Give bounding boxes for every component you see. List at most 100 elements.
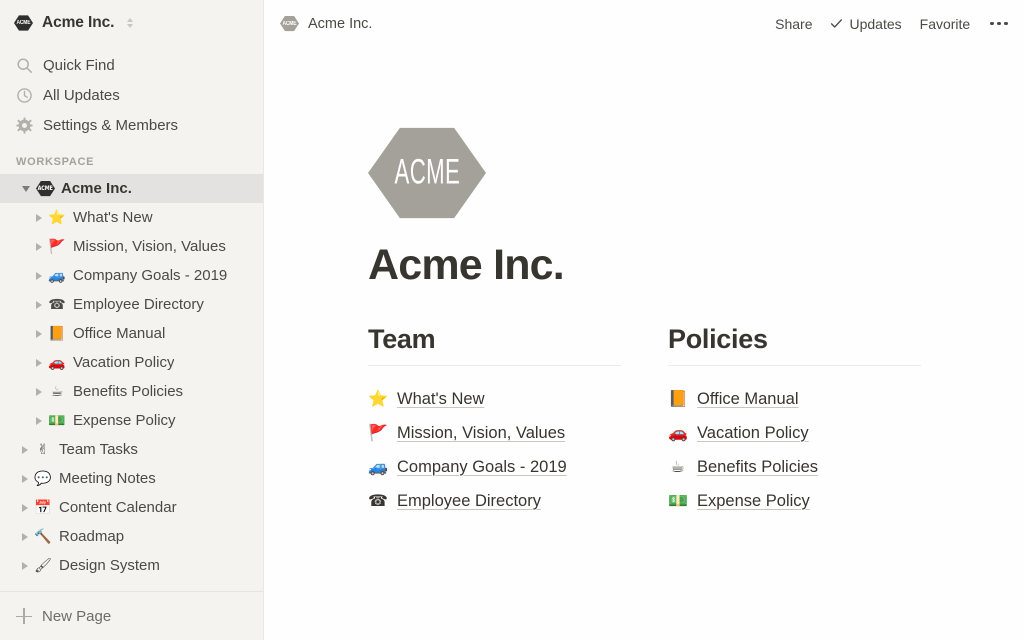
page-emoji-icon: 📙	[48, 327, 66, 341]
page-emoji-icon: ⭐	[48, 211, 66, 225]
page-content: ACME Acme Inc. Team ⭐What's New🚩Mission, …	[264, 47, 1024, 518]
chevron-right-icon[interactable]	[22, 446, 28, 454]
topbar-actions: Share Updates Favorite	[775, 16, 1010, 32]
tree-row-label: Content Calendar	[59, 499, 177, 516]
chevron-right-icon[interactable]	[22, 533, 28, 541]
sidebar-item-settings-members[interactable]: Settings & Members	[0, 110, 263, 140]
page-link[interactable]: 🚙Company Goals - 2019	[368, 450, 668, 484]
page-title: Acme Inc.	[368, 241, 1024, 290]
page-emoji-icon: 🚗	[668, 425, 687, 441]
page-link-label: Employee Directory	[397, 492, 541, 511]
page-link[interactable]: 🚩Mission, Vision, Values	[368, 416, 668, 450]
page-link[interactable]: ☕ Benefits Policies	[668, 450, 968, 484]
chevron-right-icon[interactable]	[36, 214, 42, 222]
link-column: Policies📙Office Manual🚗Vacation Policy☕B…	[668, 324, 968, 518]
page-emoji-icon: 📅	[34, 501, 52, 515]
page-emoji-icon: 🖌	[34, 559, 52, 573]
page-link-label: Expense Policy	[697, 492, 810, 511]
page-cover-logo[interactable]: ACME	[368, 127, 486, 219]
acme-logo-icon: ACME	[14, 15, 33, 31]
chevron-right-icon[interactable]	[36, 388, 42, 396]
link-columns: Team ⭐What's New🚩Mission, Vision, Values🚙…	[368, 324, 1024, 518]
chevron-right-icon[interactable]	[22, 562, 28, 570]
tree-row[interactable]: ☕Benefits Policies	[0, 377, 263, 406]
sidebar-item-all-updates[interactable]: All Updates	[0, 80, 263, 110]
page-link-label: Company Goals - 2019	[397, 458, 567, 477]
tree-row-label: Expense Policy	[73, 412, 176, 429]
page-link[interactable]: ☎ Employee Directory	[368, 484, 668, 518]
tree-row[interactable]: ✌Team Tasks	[0, 435, 263, 464]
acme-logo-icon: ACME	[280, 16, 299, 32]
new-page-button[interactable]: New Page	[0, 591, 263, 640]
tree-row[interactable]: 🚙Company Goals - 2019	[0, 261, 263, 290]
page-link-label: What's New	[397, 390, 485, 409]
page-link[interactable]: 💵 Expense Policy	[668, 484, 968, 518]
page-link[interactable]: ⭐What's New	[368, 382, 668, 416]
sidebar-item-quick-find[interactable]: Quick Find	[0, 50, 263, 80]
page-emoji-icon: 💵	[668, 493, 687, 509]
acme-logo-text: ACME	[17, 20, 31, 26]
page-emoji-icon: 🚗	[48, 356, 66, 370]
tree-row[interactable]: 🚗Vacation Policy	[0, 348, 263, 377]
page-emoji-icon: ☎	[48, 298, 66, 312]
page-logo-text: ACME	[394, 153, 460, 193]
tree-row[interactable]: 📅 Content Calendar	[0, 493, 263, 522]
tree-row-label: Design System	[59, 557, 160, 574]
updates-button[interactable]: Updates	[830, 16, 901, 32]
page-emoji-icon: 🚩	[48, 240, 66, 254]
page-emoji-icon: 📙	[668, 391, 687, 407]
main-content: ACME Acme Inc. Share Updates Favorite AC…	[264, 0, 1024, 640]
tree-row[interactable]: ACMEAcme Inc.	[0, 174, 263, 203]
chevron-right-icon[interactable]	[36, 359, 42, 367]
tree-row[interactable]: 💵Expense Policy	[0, 406, 263, 435]
page-link-label: Benefits Policies	[697, 458, 818, 477]
chevron-right-icon[interactable]	[22, 475, 28, 483]
chevron-down-icon[interactable]	[22, 186, 30, 192]
page-emoji-icon: ☎	[368, 493, 387, 509]
link-column: Team ⭐What's New🚩Mission, Vision, Values🚙…	[368, 324, 668, 518]
ellipsis-icon[interactable]	[988, 18, 1010, 30]
chevron-right-icon[interactable]	[36, 243, 42, 251]
sidebar-nav: Quick Find All Updates Settings & Member…	[0, 46, 263, 140]
gear-icon	[16, 117, 33, 134]
tree-row[interactable]: 🚩 Mission, Vision, Values	[0, 232, 263, 261]
tree-row[interactable]: 📙Office Manual	[0, 319, 263, 348]
check-icon	[830, 17, 843, 30]
tree-row[interactable]: ☎Employee Directory	[0, 290, 263, 319]
page-emoji-icon: ☕	[668, 459, 687, 475]
tree-row-label: Roadmap	[59, 528, 124, 545]
favorite-button[interactable]: Favorite	[920, 16, 971, 32]
sidebar-item-label: Settings & Members	[43, 117, 178, 134]
acme-logo-icon: ACME	[36, 181, 54, 197]
tree-row[interactable]: 🖌 Design System	[0, 551, 263, 580]
page-link[interactable]: 📙 Office Manual	[668, 382, 968, 416]
column-heading: Team	[368, 324, 668, 365]
chevron-right-icon[interactable]	[36, 417, 42, 425]
page-tree: ACMEAcme Inc. ⭐ What's New 🚩 Mission, Vision…	[0, 174, 263, 591]
page-emoji-icon: ✌	[34, 443, 52, 457]
tree-row[interactable]: 🔨 Roadmap	[0, 522, 263, 551]
breadcrumb-label: Acme Inc.	[308, 16, 372, 32]
tree-row-label: Meeting Notes	[59, 470, 156, 487]
search-icon	[16, 57, 33, 74]
page-link[interactable]: 🚗Vacation Policy	[668, 416, 968, 450]
share-button[interactable]: Share	[775, 16, 812, 32]
clock-icon	[16, 87, 33, 104]
page-link-label: Office Manual	[697, 390, 799, 409]
workspace-switcher[interactable]: ACME Acme Inc.	[0, 0, 263, 46]
page-link-label: Mission, Vision, Values	[397, 424, 565, 443]
chevron-right-icon[interactable]	[36, 330, 42, 338]
tree-row-label: Mission, Vision, Values	[73, 238, 226, 255]
sidebar: ACME Acme Inc. Quick Find All Updates	[0, 0, 264, 640]
tree-row-label: What's New	[73, 209, 153, 226]
tree-row[interactable]: ⭐ What's New	[0, 203, 263, 232]
chevron-right-icon[interactable]	[22, 504, 28, 512]
tree-row-label: Benefits Policies	[73, 383, 183, 400]
tree-row[interactable]: 💬Meeting Notes	[0, 464, 263, 493]
breadcrumb[interactable]: ACME Acme Inc.	[280, 16, 372, 32]
workspace-name: Acme Inc.	[42, 14, 114, 32]
page-emoji-icon: 🔨	[34, 530, 52, 544]
sidebar-item-label: Quick Find	[43, 57, 115, 74]
chevron-right-icon[interactable]	[36, 301, 42, 309]
chevron-right-icon[interactable]	[36, 272, 42, 280]
